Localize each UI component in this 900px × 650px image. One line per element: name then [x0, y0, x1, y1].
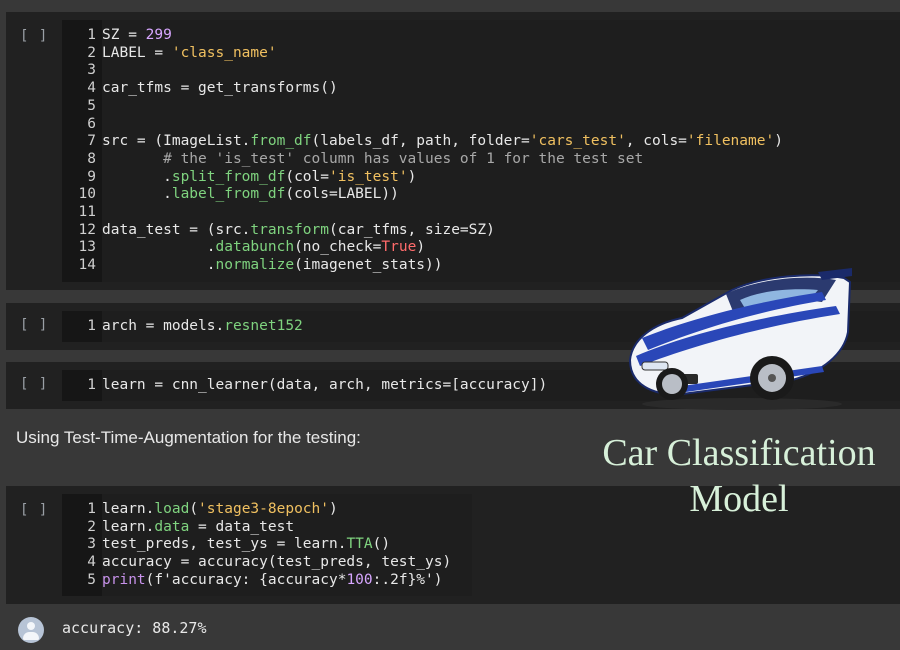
code-line: 1 SZ = 299: [62, 26, 172, 44]
line-number: 1: [87, 501, 96, 517]
line-number: 1: [87, 27, 96, 43]
line-number: 6: [87, 115, 96, 132]
code-line: 14 .normalize(imagenet_stats)): [62, 256, 443, 274]
line-number: 13: [78, 239, 96, 256]
line-number: 8: [87, 150, 96, 167]
line-number: 7: [87, 133, 96, 150]
code-text: test_preds, test_ys = learn.TTA(): [102, 536, 391, 553]
markdown-text-cell: Using Test-Time-Augmentation for the tes…: [16, 428, 361, 447]
code-text: learn = cnn_learner(data, arch, metrics=…: [102, 377, 548, 393]
code-editor[interactable]: 1 SZ = 299 2 LABEL = 'class_name' 3 4 car_tfms…: [62, 20, 900, 282]
line-number: 1: [87, 377, 96, 393]
line-number: 4: [87, 554, 96, 571]
code-line: 6: [62, 115, 102, 133]
code-line: 5: [62, 97, 102, 115]
run-cell-button[interactable]: [ ]: [20, 317, 48, 333]
overlay-title-line2: Model: [689, 478, 789, 520]
line-number: 10: [78, 186, 96, 203]
code-line: 13 .databunch(no_check=True): [62, 238, 426, 256]
code-text: data_test = (src.transform(car_tfms, siz…: [102, 221, 495, 238]
run-cell-button[interactable]: [ ]: [20, 376, 48, 392]
code-text: # the 'is_test' column has values of 1 f…: [163, 150, 644, 167]
code-line: 1 arch = models.resnet152: [62, 317, 303, 335]
code-text: learn.data = data_test: [102, 518, 295, 535]
sports-car-illustration: [628, 268, 852, 410]
line-number: 2: [87, 44, 96, 61]
line-number: 9: [87, 168, 96, 185]
overlay-title: Car Classification Model: [584, 430, 894, 522]
code-text: print(f'accuracy: {accuracy*100:.2f}%'): [102, 571, 443, 588]
line-number: 3: [87, 536, 96, 553]
code-text: accuracy = accuracy(test_preds, test_ys): [102, 554, 452, 571]
code-text: SZ = 299: [102, 27, 172, 43]
run-cell-button[interactable]: [ ]: [20, 502, 48, 518]
code-line: 3 test_preds, test_ys = learn.TTA(): [62, 535, 390, 553]
code-text: .label_from_df(cols=LABEL)): [102, 186, 399, 203]
code-line: 8 # the 'is_test' column has values of 1…: [62, 150, 643, 168]
code-line: 10 .label_from_df(cols=LABEL)): [62, 185, 399, 203]
code-text: .normalize(imagenet_stats)): [102, 257, 443, 274]
line-number: 12: [78, 221, 96, 238]
code-line: 7 src = (ImageList.from_df(labels_df, pat…: [62, 132, 783, 150]
line-number: 4: [87, 80, 96, 97]
code-line: 2 learn.data = data_test: [62, 518, 294, 536]
code-text: arch = models.resnet152: [102, 318, 303, 334]
code-line: 9 .split_from_df(col='is_test'): [62, 168, 416, 186]
code-line: 5 print(f'accuracy: {accuracy*100:.2f}%'): [62, 571, 443, 589]
overlay-title-line1: Car Classification: [602, 432, 876, 474]
output-text: accuracy: 88.27%: [62, 619, 207, 637]
code-cell-1[interactable]: [ ] 1 SZ = 299 2 LABEL = 'class_name' 3 4 car_…: [6, 12, 900, 290]
code-editor[interactable]: 1 learn.load('stage3-8epoch') 2 learn.data …: [62, 494, 472, 596]
line-number: 3: [87, 62, 96, 79]
code-text: car_tfms = get_transforms(): [102, 80, 338, 97]
code-line: 2 LABEL = 'class_name': [62, 44, 277, 62]
code-line: 1 learn.load('stage3-8epoch'): [62, 500, 338, 518]
code-text: src = (ImageList.from_df(labels_df, path…: [102, 133, 783, 150]
cell-output: accuracy: 88.27%: [0, 607, 900, 650]
line-number: 14: [78, 257, 96, 274]
code-line: 11: [62, 203, 102, 221]
line-number: 11: [78, 204, 96, 220]
user-avatar-icon: [18, 617, 44, 643]
code-line: 12 data_test = (src.transform(car_tfms, s…: [62, 221, 495, 239]
code-line: 4 car_tfms = get_transforms(): [62, 79, 338, 97]
code-text: .split_from_df(col='is_test'): [102, 168, 417, 185]
line-number: 5: [87, 97, 96, 114]
code-line: 4 accuracy = accuracy(test_preds, test_ys…: [62, 553, 451, 571]
code-text: .databunch(no_check=True): [102, 239, 426, 256]
line-number: 1: [87, 318, 96, 334]
code-text: learn.load('stage3-8epoch'): [102, 501, 338, 517]
line-number: 2: [87, 518, 96, 535]
run-cell-button[interactable]: [ ]: [20, 28, 48, 44]
code-line: 3: [62, 61, 102, 79]
code-text: LABEL = 'class_name': [102, 44, 277, 61]
code-line: 1 learn = cnn_learner(data, arch, metrics…: [62, 376, 547, 394]
line-number: 5: [87, 571, 96, 588]
